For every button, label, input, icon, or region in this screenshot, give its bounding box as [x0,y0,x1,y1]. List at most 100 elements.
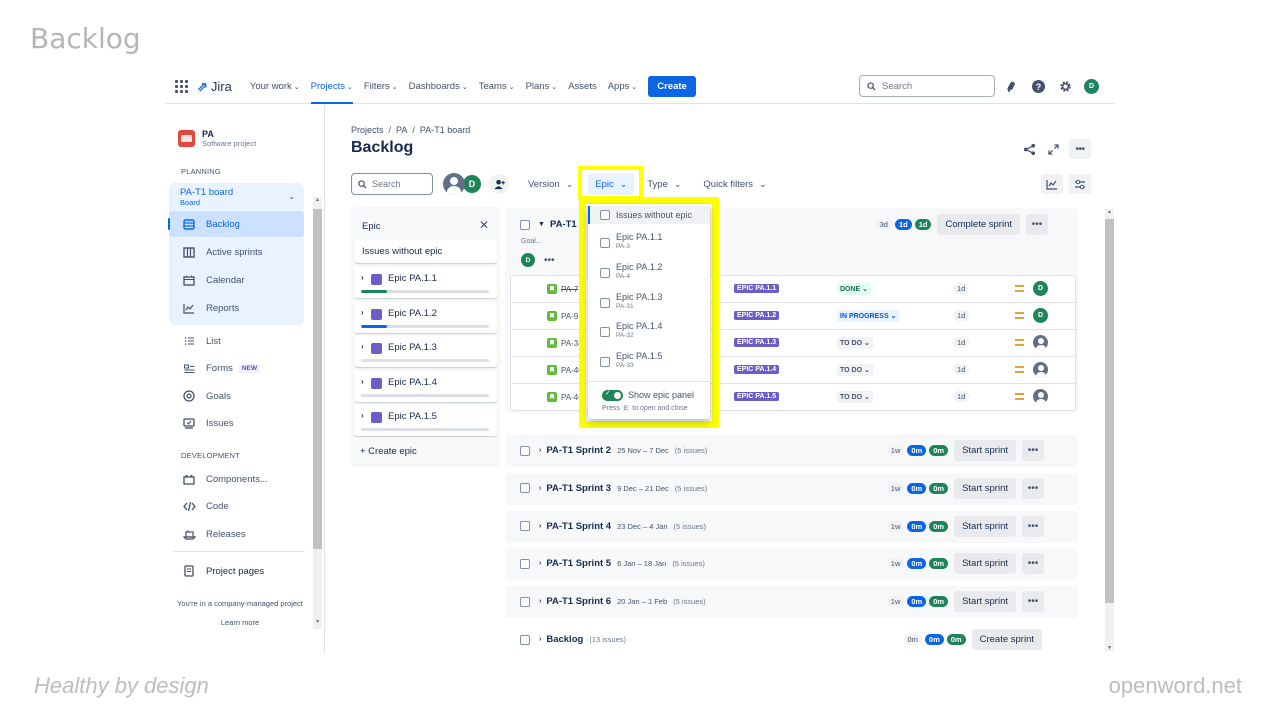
checkbox[interactable] [600,267,610,278]
insights-icon[interactable] [1041,174,1063,194]
unassigned-avatar[interactable] [443,173,465,195]
main-scrollbar[interactable]: ▲ ▼ [1105,209,1114,651]
issues-without-epic[interactable]: Issues without epic [354,240,497,263]
settings-icon[interactable] [1057,78,1073,94]
sprint-more-button[interactable]: ••• [1022,477,1044,499]
expand-icon[interactable] [1045,141,1061,157]
checkbox[interactable] [600,238,610,248]
sidebar-scrollbar[interactable]: ▲ ▼ [313,197,322,629]
chevron-right-icon[interactable]: › [539,636,541,643]
breadcrumb-projects[interactable]: Projects [351,125,384,135]
create-button[interactable]: Create [648,76,696,97]
learn-more-link[interactable]: Learn more [165,618,315,627]
more-icon[interactable]: ••• [544,255,555,266]
nav-dashboards[interactable]: Dashboards ⌄ [409,70,468,104]
sprint-more-button[interactable]: ••• [1022,515,1044,537]
checkbox[interactable] [600,297,610,308]
status-dropdown[interactable]: IN PROGRESS ⌄ [837,310,900,322]
close-icon[interactable]: ✕ [479,218,489,232]
sprint-goal[interactable]: Goal... [521,238,542,245]
start-sprint-button[interactable]: Start sprint [954,477,1016,499]
epic-option[interactable]: Epic PA.1.1 PA-3 [588,231,710,259]
sprint-more-button[interactable]: ••• [1026,214,1048,235]
unassigned-avatar[interactable] [1033,362,1048,377]
unassigned-avatar[interactable] [1033,389,1048,404]
epic-option[interactable]: Epic PA.1.2 PA-4 [588,261,710,289]
sprint-header[interactable]: › PA-T1 Sprint 5 6 Jan – 18 Jan (5 issues) [520,558,705,569]
breadcrumb-board[interactable]: PA-T1 board [420,125,470,135]
app-switcher-icon[interactable] [175,79,189,94]
nav-filters[interactable]: Filters ⌄ [364,70,398,104]
view-settings-icon[interactable] [1069,174,1091,194]
sprint-checkbox[interactable] [520,521,530,532]
user-avatar[interactable]: D [1084,78,1099,94]
create-sprint-button[interactable]: Create sprint [971,629,1042,650]
sidebar-item-backlog[interactable]: Backlog [168,211,304,237]
epic-option[interactable]: Epic PA.1.4 PA-32 [588,320,710,348]
board-selector[interactable]: PA-T1 board Board [180,187,233,207]
more-actions-button[interactable]: ••• [1069,139,1091,159]
backlog-checkbox[interactable] [520,634,530,645]
sidebar-item-issues[interactable]: Issues [169,411,304,437]
status-dropdown[interactable]: TO DO ⌄ [837,337,873,349]
epic-card[interactable]: › Epic PA.1.4 [354,370,497,402]
scroll-up-icon[interactable]: ▲ [313,197,322,207]
start-sprint-button[interactable]: Start sprint [954,440,1016,461]
scroll-down-icon[interactable]: ▼ [1105,645,1114,651]
checkbox[interactable] [600,357,610,368]
chevron-right-icon[interactable]: › [539,560,541,567]
help-icon[interactable]: ? [1030,78,1046,94]
epic-option[interactable]: Epic PA.1.5 PA-33 [588,350,710,378]
filter-quick-filters[interactable]: Quick filters ⌄ [696,173,773,195]
scrollbar-thumb[interactable] [1105,219,1114,603]
nav-your-work[interactable]: Your work ⌄ [250,70,300,104]
sprint-checkbox[interactable] [520,219,530,230]
nav-projects[interactable]: Projects ⌄ [310,70,354,104]
issue-key[interactable]: PA-9 [561,312,578,321]
show-epic-panel-toggle[interactable] [602,389,623,401]
sidebar-item-list[interactable]: List [169,328,304,354]
unassigned-avatar[interactable] [1033,335,1048,350]
status-dropdown[interactable]: DONE ⌄ [837,283,872,295]
jira-logo[interactable]: ⇗ Jira [197,79,232,95]
epic-lozenge[interactable]: EPIC PA.1.1 [734,284,780,293]
nav-plans[interactable]: Plans ⌄ [526,70,558,104]
backlog-search-input[interactable]: Search [351,173,433,195]
filter-type[interactable]: Type ⌄ [640,173,688,195]
complete-sprint-button[interactable]: Complete sprint [937,214,1020,235]
nav-apps[interactable]: Apps ⌄ [608,70,638,104]
sprint-more-button[interactable]: ••• [1022,440,1044,461]
share-icon[interactable] [1021,141,1037,157]
sprint-header[interactable]: › PA-T1 Sprint 4 23 Dec – 4 Jan (5 issues) [520,521,706,532]
chevron-right-icon[interactable]: › [539,485,541,492]
sidebar-item-calendar[interactable]: Calendar [169,267,304,293]
assignee-avatar[interactable]: D [1033,308,1048,323]
sidebar-item-components[interactable]: Components... [169,466,304,492]
epic-lozenge[interactable]: EPIC PA.1.3 [734,338,780,347]
sprint-checkbox[interactable] [520,483,530,494]
epic-lozenge[interactable]: EPIC PA.1.5 [734,392,780,401]
chevron-right-icon[interactable]: › [361,411,364,420]
global-search-input[interactable]: Search [859,75,995,97]
start-sprint-button[interactable]: Start sprint [954,553,1016,575]
sidebar-item-goals[interactable]: Goals [169,383,304,409]
chevron-right-icon[interactable]: › [361,273,364,282]
status-dropdown[interactable]: TO DO ⌄ [837,364,873,376]
sprint-header[interactable]: › PA-T1 Sprint 2 25 Nov – 7 Dec (5 issues) [520,445,707,456]
chevron-down-icon[interactable]: ⌄ [288,192,295,201]
scroll-up-icon[interactable]: ▲ [1105,209,1114,215]
assignee-avatar[interactable]: D [1033,281,1048,296]
sprint-header[interactable]: ▼ PA-T1 S [520,219,586,230]
nav-assets[interactable]: Assets [568,70,597,104]
checkbox[interactable] [600,327,610,338]
nav-teams[interactable]: Teams ⌄ [479,70,515,104]
sprint-checkbox[interactable] [520,445,530,456]
notifications-icon[interactable] [1003,78,1019,94]
assignee-avatar[interactable]: D [521,253,535,267]
chevron-right-icon[interactable]: › [361,342,364,351]
sprint-more-button[interactable]: ••• [1022,553,1044,575]
create-epic-button[interactable]: + Create epic [360,446,417,457]
add-people-icon[interactable] [489,174,509,194]
breadcrumb-project[interactable]: PA [396,125,407,135]
sidebar-item-forms[interactable]: Forms NEW [169,356,304,382]
